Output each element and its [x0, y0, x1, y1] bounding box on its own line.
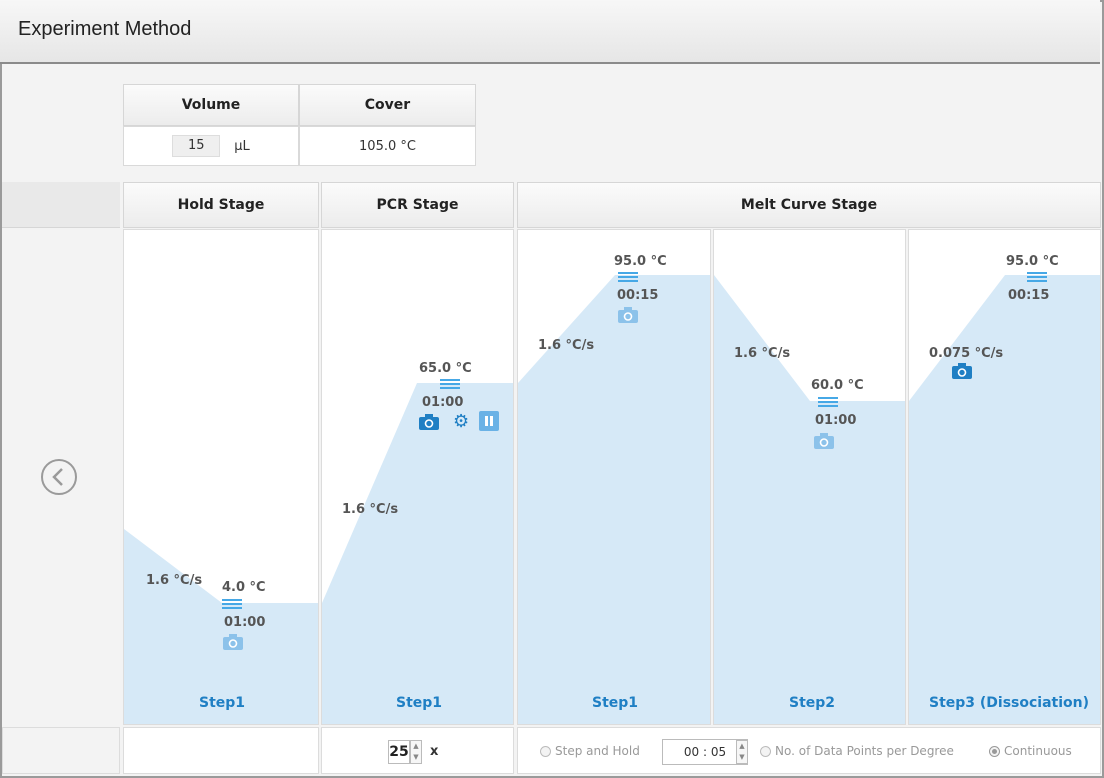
melt-step2-ramp[interactable]: 1.6 °C/s [734, 346, 790, 361]
melt-step2-temp[interactable]: 60.0 °C [811, 378, 864, 393]
cover-value[interactable]: 105.0 °C [299, 126, 476, 166]
melt-step3-panel[interactable]: 0.075 °C/s 95.0 °C 00:15 Step3 (Dissocia… [908, 229, 1101, 725]
melt-step1-label[interactable]: Step1 [592, 695, 638, 711]
melt-step2-time[interactable]: 01:00 [815, 413, 856, 428]
cycles-input[interactable]: 25 [388, 740, 410, 764]
melt-step2-label[interactable]: Step2 [789, 695, 835, 711]
pcr-footer: 25 ▲ ▼ x [321, 727, 514, 774]
melt-curve-stage-header[interactable]: Melt Curve Stage [517, 182, 1101, 228]
pcr-stage-header[interactable]: PCR Stage [321, 182, 514, 228]
hold-stage-header[interactable]: Hold Stage [123, 182, 319, 228]
cycles-suffix: x [430, 744, 439, 759]
data-points-radio[interactable] [760, 746, 771, 757]
melt-step3-handle[interactable] [1027, 272, 1047, 284]
camera-icon[interactable] [223, 634, 243, 650]
melt-step2-handle[interactable] [818, 397, 838, 409]
pcr-step1-label[interactable]: Step1 [396, 695, 442, 711]
cycles-stepper[interactable]: ▲ ▼ [410, 740, 422, 764]
melt-step3-temp[interactable]: 95.0 °C [1006, 254, 1059, 269]
camera-icon[interactable] [419, 414, 439, 430]
hold-step1-label[interactable]: Step1 [199, 695, 245, 711]
hold-step1-time[interactable]: 01:00 [224, 615, 265, 630]
step-and-hold-radio[interactable] [540, 746, 551, 757]
left-footer [2, 727, 120, 774]
pcr-step1-temp[interactable]: 65.0 °C [419, 361, 472, 376]
continuous-label: Continuous [1004, 744, 1072, 758]
back-arrow-icon[interactable] [40, 458, 78, 496]
melt-step1-temp[interactable]: 95.0 °C [614, 254, 667, 269]
hold-time-stepper[interactable]: ▲ ▼ [736, 740, 748, 764]
volume-cell: 15 µL [123, 126, 299, 166]
hold-step1-handle[interactable] [222, 599, 242, 611]
melt-step3-time[interactable]: 00:15 [1008, 288, 1049, 303]
pcr-step1-panel[interactable]: 1.6 °C/s 65.0 °C 01:00 ⚙ Step1 [321, 229, 514, 725]
melt-step2-panel[interactable]: 1.6 °C/s 60.0 °C 01:00 Step2 [713, 229, 906, 725]
camera-icon[interactable] [618, 307, 638, 323]
pause-icon[interactable] [479, 411, 499, 431]
melt-step1-ramp[interactable]: 1.6 °C/s [538, 338, 594, 353]
hold-footer [123, 727, 319, 774]
melt-step3-ramp[interactable]: 0.075 °C/s [929, 346, 1003, 361]
step-and-hold-label: Step and Hold [555, 744, 640, 758]
melt-footer: Step and Hold 00 : 05 ▲ ▼ No. of Data Poi… [517, 727, 1101, 774]
pcr-step1-time[interactable]: 01:00 [422, 395, 463, 410]
hold-step1-temp[interactable]: 4.0 °C [222, 580, 266, 595]
volume-header: Volume [123, 84, 299, 126]
left-column-header [2, 182, 120, 228]
data-points-label: No. of Data Points per Degree [775, 744, 954, 758]
gear-icon[interactable]: ⚙ [453, 411, 469, 432]
pcr-step1-ramp[interactable]: 1.6 °C/s [342, 502, 398, 517]
cover-header: Cover [299, 84, 476, 126]
melt-step3-label[interactable]: Step3 (Dissociation) [929, 695, 1089, 711]
volume-input[interactable]: 15 [172, 135, 221, 157]
volume-unit: µL [234, 138, 250, 154]
hold-step1-panel[interactable]: 1.6 °C/s 4.0 °C 01:00 Step1 [123, 229, 319, 725]
melt-step1-handle[interactable] [618, 272, 638, 284]
melt-step1-time[interactable]: 00:15 [617, 288, 658, 303]
pcr-step1-handle[interactable] [440, 379, 460, 391]
continuous-radio[interactable] [989, 746, 1000, 757]
camera-icon[interactable] [814, 433, 834, 449]
camera-icon[interactable] [952, 363, 972, 379]
hold-step1-ramp[interactable]: 1.6 °C/s [146, 573, 202, 588]
page-title: Experiment Method [18, 18, 192, 40]
melt-step1-panel[interactable]: 1.6 °C/s 95.0 °C 00:15 Step1 [517, 229, 711, 725]
title-bar: Experiment Method [0, 0, 1100, 64]
